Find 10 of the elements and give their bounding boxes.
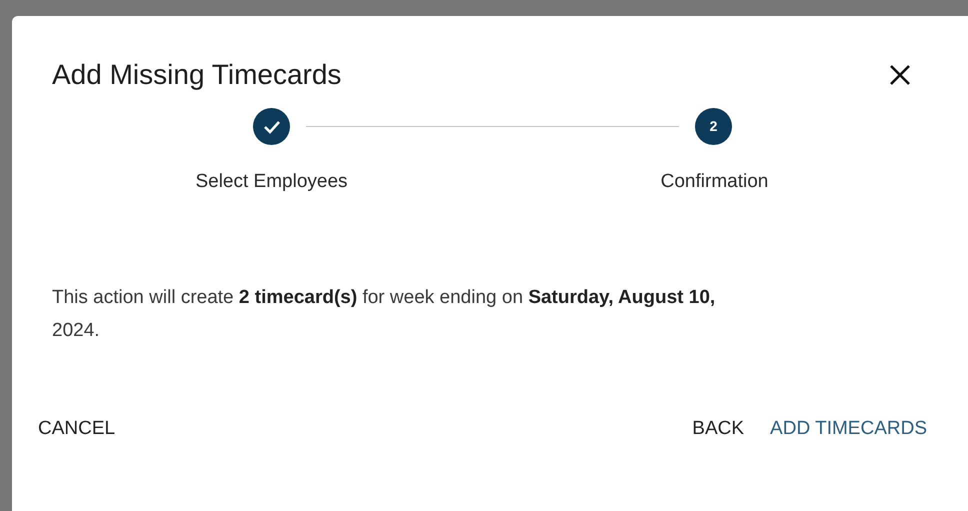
step-label: Select Employees xyxy=(195,170,348,194)
check-icon xyxy=(262,120,280,134)
action-button[interactable]: ADD TIMECARDS xyxy=(762,408,935,449)
close-icon xyxy=(889,64,911,86)
step-label: Confirmation xyxy=(660,170,768,194)
dialog-title: Add Missing Timecards xyxy=(52,58,342,92)
action-button[interactable]: CANCEL xyxy=(30,408,124,449)
confirmation-message: This action will create 2 timecard(s) for week ending on Saturday, August 10, 2024. xyxy=(52,286,716,342)
action-button[interactable]: BACK xyxy=(684,408,752,449)
step-number: 2 xyxy=(695,108,732,145)
